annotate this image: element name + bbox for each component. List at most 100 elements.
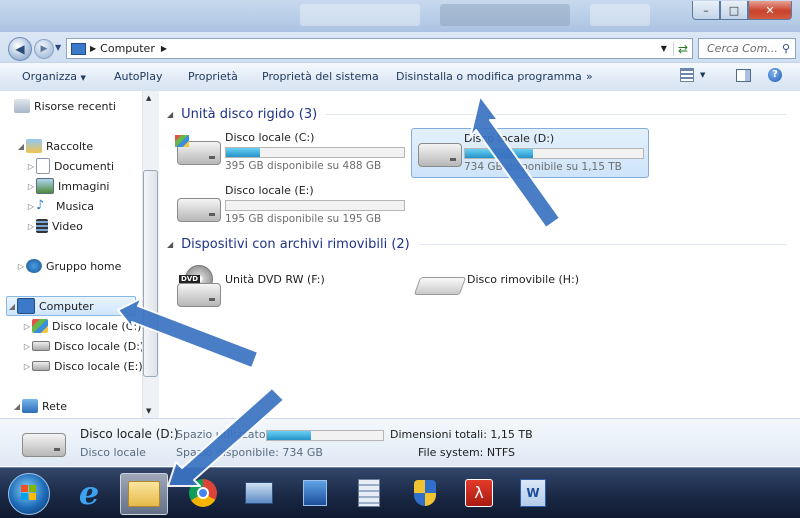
- collapsed-icon[interactable]: ▷: [22, 322, 32, 331]
- expanded-icon: ◢: [167, 110, 174, 119]
- hard-drive-icon: [418, 143, 462, 167]
- details-drive-name: Disco locale (D:): [80, 427, 179, 441]
- drive-c-tile[interactable]: Disco locale (C:) 395 GB disponibile su …: [173, 131, 411, 175]
- system-drive-icon: [32, 319, 48, 333]
- uninstall-program-button[interactable]: Disinstalla o modifica programma: [396, 70, 582, 83]
- pictures-icon: [36, 178, 54, 194]
- back-arrow-icon: ◀: [15, 42, 25, 56]
- taskbar: e λ W: [0, 467, 800, 518]
- computer-icon: [71, 42, 86, 55]
- content-pane: ◢ Unità disco rigido (3) Disco locale (C…: [159, 91, 800, 418]
- view-icon: [680, 68, 694, 82]
- forward-button[interactable]: ▶: [34, 39, 54, 59]
- nav-documents[interactable]: ▷ Documenti: [26, 157, 114, 175]
- organize-button[interactable]: Organizza ▼: [22, 70, 86, 83]
- removable-drive-icon: [413, 277, 467, 295]
- collapsed-icon[interactable]: ▷: [22, 342, 32, 351]
- search-icon[interactable]: ⚲: [782, 42, 790, 55]
- title-bar: – □ ✕: [0, 0, 800, 32]
- libraries-icon: [26, 139, 42, 153]
- expanded-icon[interactable]: ◢: [12, 402, 22, 411]
- search-input[interactable]: Cerca Com... ⚲: [698, 38, 796, 59]
- hard-drive-icon: [32, 361, 50, 371]
- recent-pages-icon[interactable]: ▼: [55, 43, 61, 52]
- scroll-up-icon[interactable]: ▲: [146, 94, 151, 102]
- removable-group-header[interactable]: ◢ Dispositivi con archivi rimovibili (2): [167, 237, 787, 252]
- address-dropdown-icon[interactable]: ▼: [661, 44, 667, 53]
- drive-name: Disco locale (C:): [225, 131, 315, 144]
- view-options-button[interactable]: ▼: [680, 68, 705, 82]
- nav-scroll-thumb[interactable]: [143, 170, 158, 377]
- forward-arrow-icon: ▶: [40, 44, 48, 54]
- collapsed-icon[interactable]: ▷: [22, 362, 32, 371]
- dvd-drive-tile[interactable]: DVD Unità DVD RW (F:): [173, 261, 403, 307]
- autoplay-button[interactable]: AutoPlay: [114, 70, 162, 83]
- navigation-pane: Risorse recenti ◢ Raccolte ▷ Documenti ▷…: [0, 91, 159, 418]
- drive-free-space: 734 GB disponibile su 1,15 TB: [464, 161, 622, 173]
- nav-recent[interactable]: Risorse recenti: [14, 97, 116, 115]
- internet-explorer-icon[interactable]: e: [66, 473, 112, 513]
- hdd-group-header[interactable]: ◢ Unità disco rigido (3): [167, 107, 787, 122]
- collapsed-icon[interactable]: ▷: [26, 202, 36, 211]
- drive-usage-bar: [225, 200, 405, 211]
- windows-explorer-icon[interactable]: [120, 473, 168, 515]
- refresh-icon[interactable]: ⇄: [672, 41, 688, 56]
- nav-drive-c[interactable]: ▷ Disco locale (C:): [22, 317, 141, 335]
- acrobat-reader-icon[interactable]: λ: [456, 473, 502, 513]
- nav-network[interactable]: ◢ Rete: [12, 397, 67, 415]
- details-used-label: Spazio utilizzato:: [176, 428, 270, 441]
- expanded-icon[interactable]: ◢: [7, 302, 17, 311]
- nav-music[interactable]: ▷ ♪ Musica: [26, 197, 94, 215]
- task-manager-icon[interactable]: [292, 473, 338, 513]
- nav-libraries[interactable]: ◢ Raccolte: [16, 137, 93, 155]
- properties-button[interactable]: Proprietà: [188, 70, 238, 83]
- chevron-down-icon: ▼: [80, 74, 86, 82]
- hard-drive-icon: [177, 198, 221, 222]
- start-orb-icon[interactable]: [8, 473, 50, 515]
- drive-free-space: 395 GB disponibile su 488 GB: [225, 160, 382, 172]
- help-icon[interactable]: ?: [768, 68, 782, 82]
- collapsed-icon[interactable]: ▷: [26, 222, 36, 231]
- details-usage-bar: [266, 430, 384, 441]
- collapsed-icon[interactable]: ▷: [26, 162, 36, 171]
- removable-drive-tile[interactable]: Disco rimovibile (H:): [413, 269, 645, 305]
- computer-icon: [17, 298, 35, 314]
- collapsed-icon[interactable]: ▷: [16, 262, 26, 271]
- address-row: ◀ ▶ ▼ ▶ Computer ▶ ▼ ⇄ Cerca Com... ⚲: [0, 32, 800, 62]
- nav-homegroup[interactable]: ▷ Gruppo home: [16, 257, 121, 275]
- more-commands-button[interactable]: »: [586, 70, 593, 83]
- word-icon[interactable]: W: [510, 473, 556, 513]
- maximize-button[interactable]: □: [720, 1, 748, 20]
- back-button[interactable]: ◀: [8, 37, 32, 61]
- nav-drive-e[interactable]: ▷ Disco locale (E:): [22, 357, 143, 375]
- nav-computer[interactable]: ◢ Computer: [6, 296, 136, 316]
- drive-free-space: 195 GB disponibile su 195 GB: [225, 213, 382, 225]
- breadcrumb-separator-icon: ▶: [160, 44, 167, 53]
- drive-e-tile[interactable]: Disco locale (E:) 195 GB disponibile su …: [173, 184, 411, 228]
- preview-pane-icon[interactable]: [736, 69, 751, 82]
- remote-desktop-icon[interactable]: [236, 473, 282, 513]
- hard-drive-icon: [22, 433, 66, 457]
- nav-drive-d[interactable]: ▷ Disco locale (D:): [22, 337, 144, 355]
- details-pane: Disco locale (D:) Spazio utilizzato: Dim…: [0, 418, 800, 466]
- breadcrumb-separator-icon: ▶: [90, 44, 97, 53]
- details-total-size: Dimensioni totali: 1,15 TB: [390, 428, 533, 441]
- hard-drive-icon: [32, 341, 50, 351]
- chevron-down-icon: ▼: [700, 71, 706, 79]
- minimize-button[interactable]: –: [692, 1, 720, 20]
- chrome-icon[interactable]: [180, 473, 226, 513]
- search-placeholder: Cerca Com...: [707, 42, 778, 55]
- breadcrumb-computer[interactable]: Computer: [100, 42, 155, 55]
- scroll-down-icon[interactable]: ▼: [146, 407, 151, 415]
- calculator-icon[interactable]: [346, 473, 392, 513]
- address-bar[interactable]: ▶ Computer ▶ ▼ ⇄: [66, 38, 693, 59]
- drive-name: Disco locale (D:): [464, 132, 555, 145]
- system-properties-button[interactable]: Proprietà del sistema: [262, 70, 379, 83]
- nav-images[interactable]: ▷ Immagini: [26, 177, 109, 195]
- nav-video[interactable]: ▷ Video: [26, 217, 83, 235]
- collapsed-icon[interactable]: ▷: [26, 182, 36, 191]
- close-button[interactable]: ✕: [748, 1, 792, 20]
- drive-d-tile[interactable]: Disco locale (D:) 734 GB disponibile su …: [411, 128, 649, 178]
- expanded-icon[interactable]: ◢: [16, 142, 26, 151]
- security-shield-icon[interactable]: [402, 473, 448, 513]
